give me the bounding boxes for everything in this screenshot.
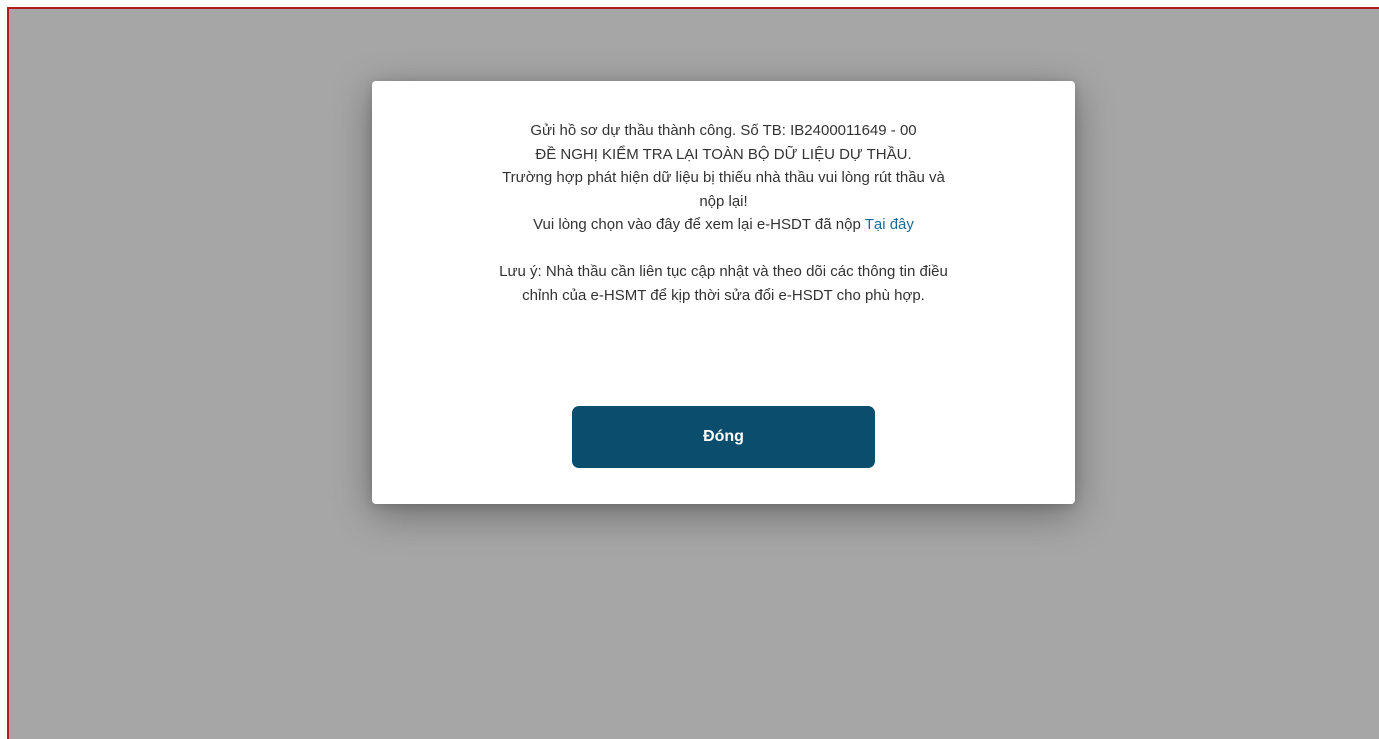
view-submission-prefix: Vui lòng chọn vào đây để xem lại e-HSDT … xyxy=(533,216,865,233)
missing-data-instruction-cont: nộp lại! xyxy=(699,192,748,210)
check-data-warning: ĐỀ NGHỊ KIỂM TRA LẠI TOÀN BỘ DỮ LIỆU DỰ … xyxy=(535,145,912,163)
page-overlay: Gửi hồ sơ dự thầu thành công. Số TB: IB2… xyxy=(7,7,1379,739)
close-button[interactable]: Đóng xyxy=(572,406,875,468)
submission-success-text: Gửi hồ sơ dự thầu thành công. Số TB: IB2… xyxy=(530,122,917,139)
dialog-message: Gửi hồ sơ dự thầu thành công. Số TB: IB2… xyxy=(404,119,1044,307)
view-submission-link[interactable]: Tại đây xyxy=(865,216,914,233)
success-dialog: Gửi hồ sơ dự thầu thành công. Số TB: IB2… xyxy=(372,81,1075,504)
missing-data-instruction: Trường hợp phát hiện dữ liệu bị thiếu nh… xyxy=(502,169,945,186)
note-text-cont: chỉnh của e-HSMT để kịp thời sửa đổi e-H… xyxy=(522,286,925,304)
view-submission-text: Vui lòng chọn vào đây để xem lại e-HSDT … xyxy=(404,213,1044,237)
note-text: Lưu ý: Nhà thầu cần liên tục cập nhật và… xyxy=(499,263,948,280)
